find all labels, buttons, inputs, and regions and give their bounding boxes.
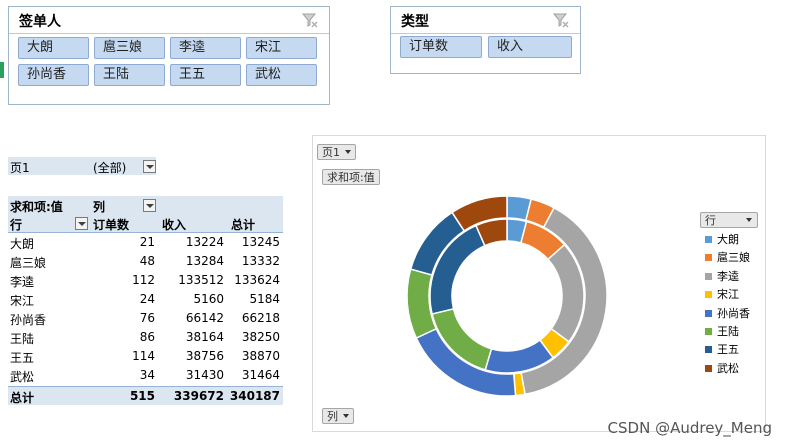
row-total: 133624 bbox=[234, 273, 280, 287]
header-underline bbox=[8, 232, 283, 233]
slicer-item-husanniang[interactable]: 扈三娘 bbox=[94, 37, 165, 59]
row-orders: 48 bbox=[139, 254, 155, 268]
clear-filter-icon[interactable] bbox=[301, 11, 319, 29]
slicer-item-income[interactable]: 收入 bbox=[488, 36, 572, 58]
row-name: 孙尚香 bbox=[10, 313, 47, 327]
slicer-item-sunshangxiang[interactable]: 孙尚香 bbox=[18, 64, 89, 86]
page-filter-label: 页1 bbox=[10, 161, 30, 175]
page-filter-value: (全部) bbox=[93, 161, 127, 175]
legend-label: 大朗 bbox=[717, 233, 739, 246]
legend-label: 王陆 bbox=[717, 325, 739, 338]
page-filter-dropdown[interactable] bbox=[143, 160, 156, 173]
column-label: 列 bbox=[93, 200, 106, 214]
row-orders: 76 bbox=[139, 311, 155, 325]
grand-total-label: 总计 bbox=[10, 391, 35, 405]
row-name: 王陆 bbox=[10, 332, 35, 346]
row-name: 扈三娘 bbox=[10, 256, 47, 270]
legend-swatch bbox=[705, 309, 712, 317]
slicer-item-orders[interactable]: 订单数 bbox=[400, 36, 482, 58]
column-filter-dropdown[interactable] bbox=[143, 199, 156, 212]
row-income: 38756 bbox=[185, 349, 224, 363]
slicer-item-likui[interactable]: 李逵 bbox=[170, 37, 241, 59]
slicer-signer-title: 签单人 bbox=[19, 14, 61, 30]
legend-swatch bbox=[705, 346, 712, 354]
row-total: 13332 bbox=[241, 254, 280, 268]
slicer-item-wanglu[interactable]: 王陆 bbox=[94, 64, 165, 86]
doughnut-chart bbox=[406, 195, 608, 397]
clear-filter-icon[interactable] bbox=[552, 11, 570, 29]
row-income: 13284 bbox=[185, 254, 224, 268]
values-label: 求和项:值 bbox=[10, 200, 63, 214]
col-header-total: 总计 bbox=[231, 218, 256, 232]
row-income: 66142 bbox=[185, 311, 224, 325]
row-name: 武松 bbox=[10, 370, 35, 384]
col-header-orders: 订单数 bbox=[93, 218, 130, 232]
row-income: 5160 bbox=[193, 292, 224, 306]
col-header-income: 收入 bbox=[162, 218, 187, 232]
row-name: 大朗 bbox=[10, 237, 35, 251]
row-income: 38164 bbox=[185, 330, 224, 344]
row-total: 38870 bbox=[241, 349, 280, 363]
row-total: 13245 bbox=[241, 235, 280, 249]
legend-swatch bbox=[705, 364, 712, 372]
legend-swatch bbox=[705, 236, 712, 243]
slicer-type-header: 类型 bbox=[391, 7, 580, 34]
slicer-type-title: 类型 bbox=[401, 14, 429, 30]
row-name: 李逵 bbox=[10, 275, 35, 289]
row-income: 133512 bbox=[178, 273, 224, 287]
slicer-item-wusong[interactable]: 武松 bbox=[246, 64, 317, 86]
row-name: 王五 bbox=[10, 351, 35, 365]
slicer-item-wangwu[interactable]: 王五 bbox=[170, 64, 241, 86]
legend-label: 孙尚香 bbox=[717, 306, 750, 320]
slicer-signer[interactable]: 签单人 大朗 扈三娘 李逵 宋江 孙尚香 王陆 王五 武松 bbox=[8, 6, 330, 105]
pivot-chart[interactable]: 页1 求和项:值 行 列 大朗 扈三娘 李逵 宋江 孙尚香 王陆 王五 武松 bbox=[312, 135, 766, 432]
row-total: 66218 bbox=[241, 311, 280, 325]
legend-label: 王五 bbox=[717, 343, 739, 357]
grand-total-orders: 515 bbox=[129, 389, 155, 403]
slicer-item-songjiang[interactable]: 宋江 bbox=[246, 37, 317, 59]
legend-label: 李逵 bbox=[717, 269, 739, 283]
watermark: CSDN @Audrey_Meng bbox=[607, 419, 772, 437]
row-orders: 114 bbox=[132, 349, 155, 363]
row-total: 31464 bbox=[241, 368, 280, 382]
legend-swatch bbox=[705, 328, 712, 335]
slicer-signer-header: 签单人 bbox=[9, 7, 329, 34]
legend-swatch bbox=[705, 272, 712, 280]
legend-label: 扈三娘 bbox=[717, 251, 750, 265]
row-filter-dropdown[interactable] bbox=[75, 217, 88, 230]
row-total: 38250 bbox=[241, 330, 280, 344]
page-filter-band bbox=[8, 157, 156, 175]
slicer-item-dalang[interactable]: 大朗 bbox=[18, 37, 89, 59]
row-orders: 86 bbox=[139, 330, 155, 344]
row-orders: 21 bbox=[139, 235, 155, 249]
grand-total-total: 340187 bbox=[229, 389, 280, 403]
row-orders: 112 bbox=[132, 273, 155, 287]
row-orders: 34 bbox=[139, 368, 155, 382]
row-orders: 24 bbox=[139, 292, 155, 306]
legend-label: 宋江 bbox=[717, 288, 739, 302]
legend-swatch bbox=[705, 291, 712, 299]
grand-total-income: 339672 bbox=[173, 389, 224, 403]
row-selection-indicator bbox=[0, 62, 4, 78]
legend-label: 武松 bbox=[717, 361, 739, 375]
row-label: 行 bbox=[10, 218, 23, 232]
row-total: 5184 bbox=[249, 292, 280, 306]
row-income: 13224 bbox=[185, 235, 224, 249]
row-income: 31430 bbox=[185, 368, 224, 382]
slicer-type[interactable]: 类型 订单数 收入 bbox=[390, 6, 581, 74]
row-name: 宋江 bbox=[10, 294, 35, 308]
legend-swatch bbox=[705, 254, 712, 262]
